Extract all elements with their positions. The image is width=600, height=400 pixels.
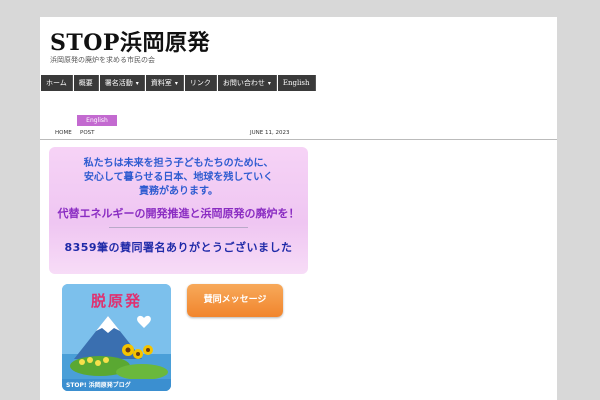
main-nav: ホーム 概要 署名活動 ▾ 資料室 ▾ リンク お問い合わせ ▾ English <box>41 75 317 91</box>
nav-item-contact[interactable]: お問い合わせ ▾ <box>217 75 277 91</box>
chevron-down-icon: ▾ <box>174 80 178 87</box>
site-title[interactable]: STOP浜岡原発 <box>50 25 210 57</box>
chevron-down-icon: ▾ <box>135 80 139 87</box>
banner-divider <box>109 227 248 228</box>
nav-item-label: リンク <box>189 79 211 87</box>
nav-item-label: お問い合わせ <box>222 79 265 87</box>
english-language-button[interactable]: English <box>77 115 117 126</box>
blog-logo-image[interactable]: 脱原発 STOP! 浜岡原発ブログ <box>62 284 171 391</box>
breadcrumb-home[interactable]: HOME <box>55 130 72 136</box>
banner-line: 安心して暮らせる日本、地球を残していく <box>83 172 274 183</box>
nav-item-label: 署名活動 <box>104 79 133 87</box>
nav-item-links[interactable]: リンク <box>184 75 217 91</box>
chevron-down-icon: ▾ <box>267 80 271 87</box>
signature-thanks-banner[interactable]: 私たちは未来を担う子どもたちのために、 安心して暮らせる日本、地球を残していく … <box>49 147 308 274</box>
logo-caption: STOP! 浜岡原発ブログ <box>66 382 131 389</box>
nav-item-home[interactable]: ホーム <box>41 75 73 91</box>
nav-item-english[interactable]: English <box>277 75 316 91</box>
logo-heading: 脱原発 <box>90 292 142 310</box>
header-divider <box>40 139 557 140</box>
nav-item-label: 概要 <box>78 79 93 87</box>
banner-line: 責務があります。 <box>139 186 218 197</box>
site-description: 浜岡原発の廃炉を求める市民の会 <box>50 56 155 64</box>
nav-item-signature[interactable]: 署名活動 ▾ <box>99 75 145 91</box>
nav-item-label: English <box>282 79 310 87</box>
support-message-button[interactable]: 賛同メッセージ <box>187 284 283 317</box>
post-date: JUNE 11, 2023 <box>250 130 290 136</box>
banner-slogan: 代替エネルギーの開発推進と浜岡原発の廃炉を！ <box>57 207 300 220</box>
breadcrumb-post[interactable]: POST <box>80 130 95 136</box>
nav-item-label: 資料室 <box>150 79 172 87</box>
nav-item-about[interactable]: 概要 <box>73 75 99 91</box>
nav-item-label: ホーム <box>46 79 67 87</box>
banner-thanks: 8359筆の賛同署名ありがとうございました <box>64 241 293 254</box>
banner-line: 私たちは未来を担う子どもたちのために、 <box>83 158 274 169</box>
nav-item-archive[interactable]: 資料室 ▾ <box>145 75 184 91</box>
page-container: STOP浜岡原発 浜岡原発の廃炉を求める市民の会 ホーム 概要 署名活動 ▾ 資料… <box>40 17 557 400</box>
